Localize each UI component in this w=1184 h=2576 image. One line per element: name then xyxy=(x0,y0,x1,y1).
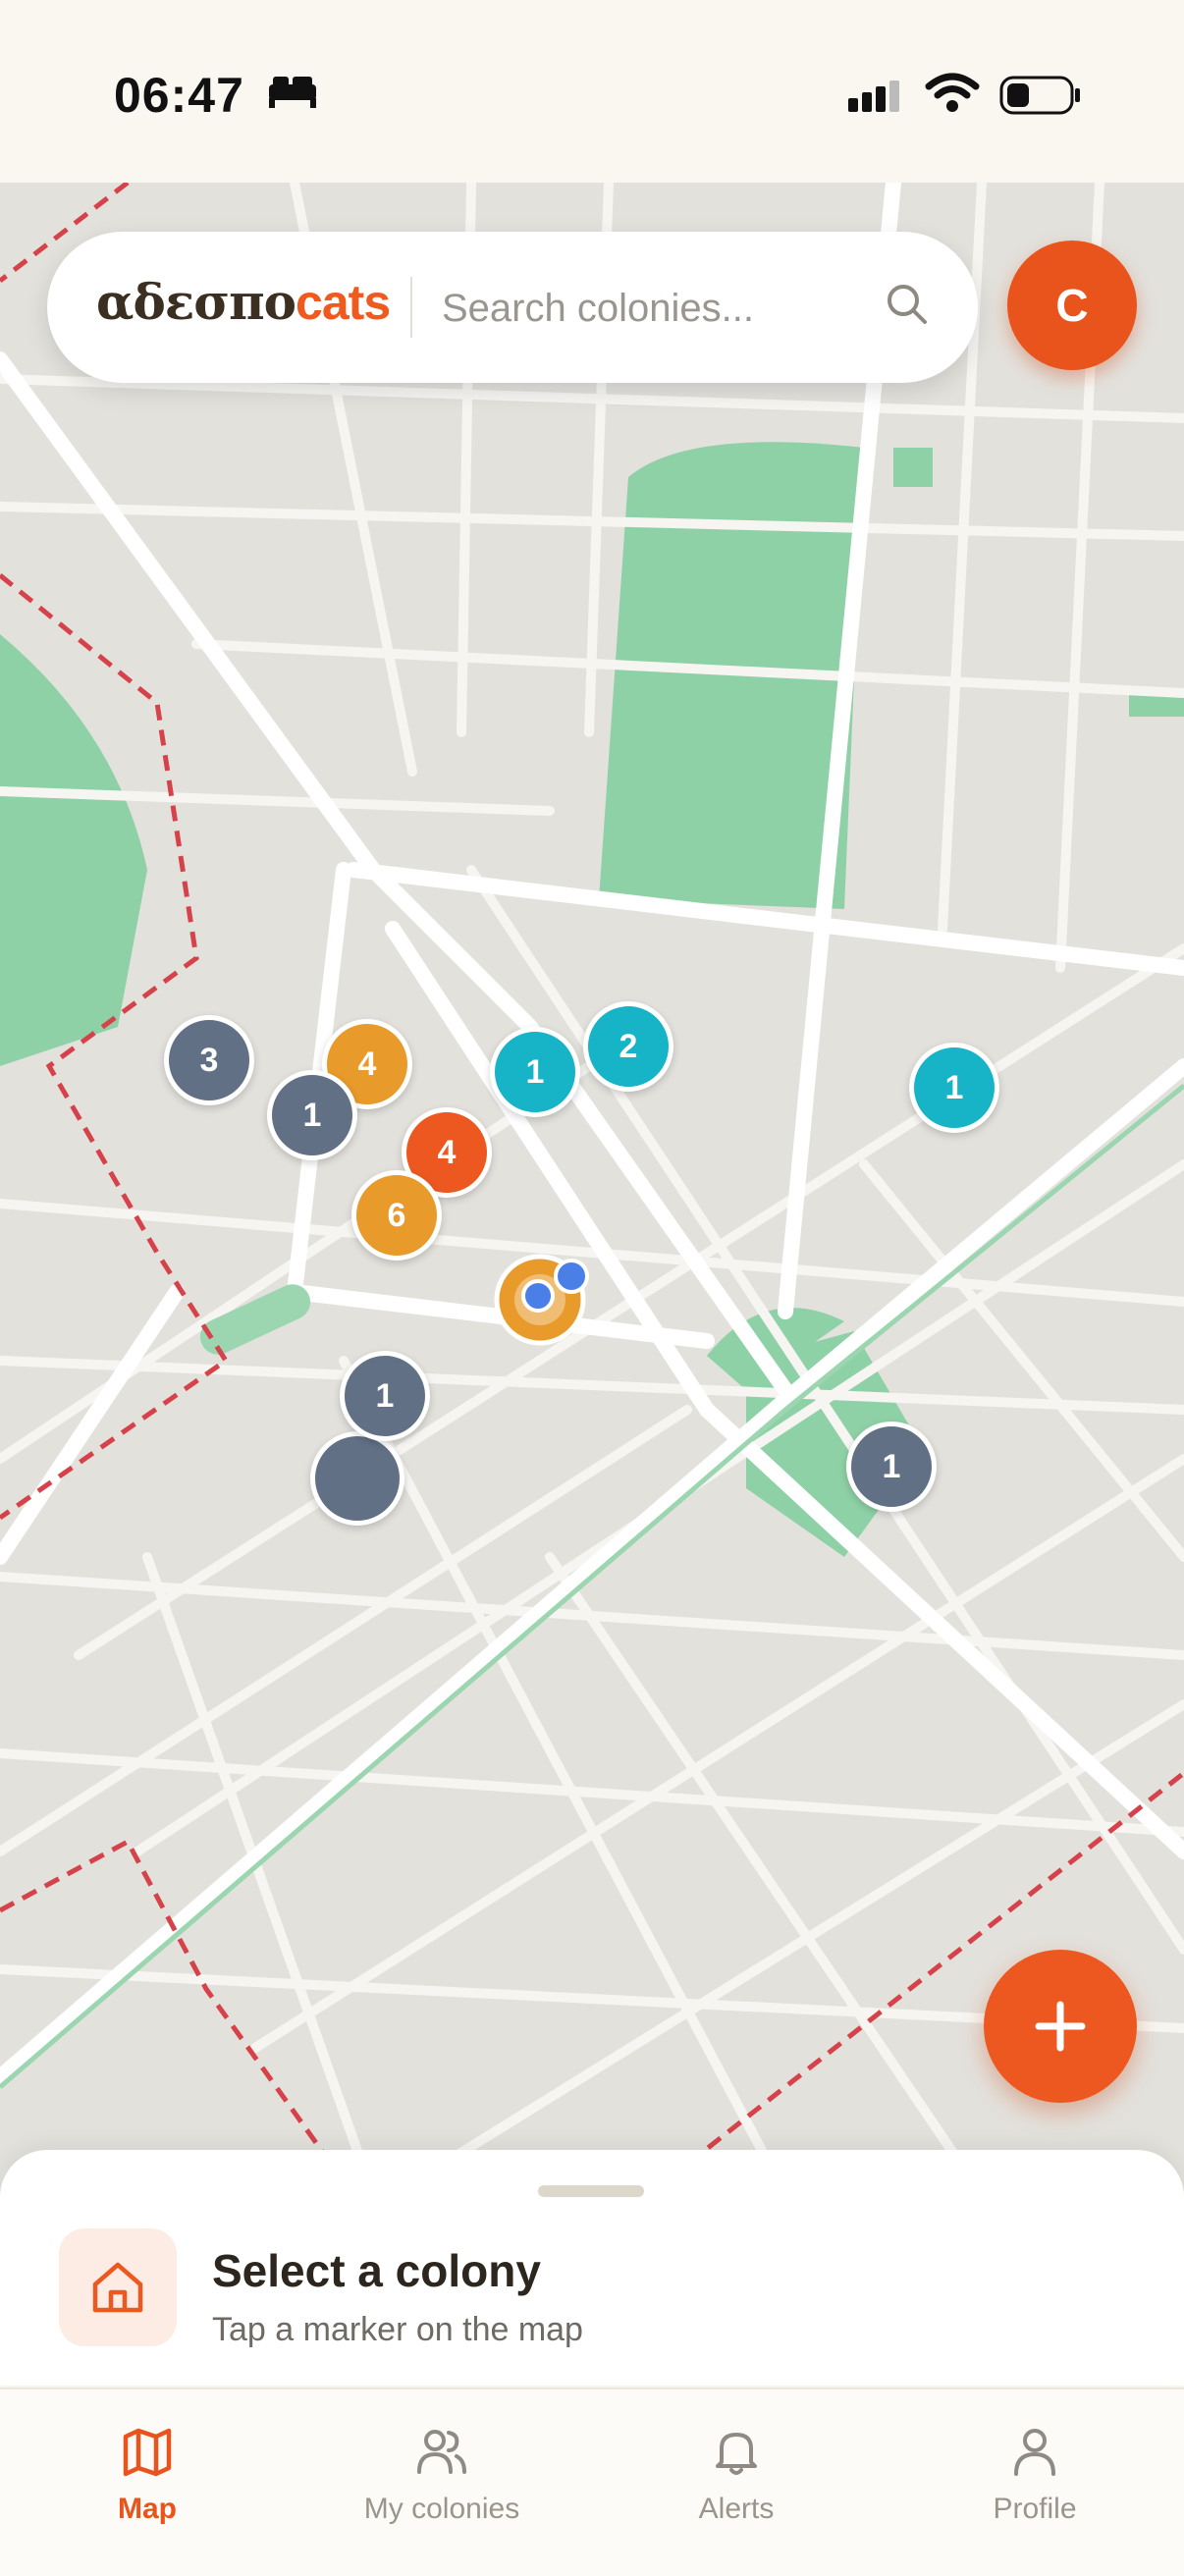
home-icon xyxy=(59,2228,177,2346)
divider xyxy=(410,277,412,338)
colony-marker[interactable]: 3 xyxy=(164,1015,254,1105)
app-logo: αδεσποcats xyxy=(96,273,391,331)
signal-icon xyxy=(846,79,905,119)
tab-label: Alerts xyxy=(698,2493,775,2525)
map-icon xyxy=(123,2428,172,2477)
wifi-icon xyxy=(925,73,980,119)
map-canvas xyxy=(0,183,1184,2195)
user-icon xyxy=(1014,2429,1055,2476)
plus-icon xyxy=(1035,2001,1086,2052)
colony-marker[interactable]: 1 xyxy=(267,1070,357,1160)
colony-marker[interactable] xyxy=(310,1431,404,1526)
sheet-title: Select a colony xyxy=(212,2245,541,2296)
tab-my-colonies[interactable]: My colonies xyxy=(324,2425,560,2526)
tab-label: Map xyxy=(118,2493,177,2525)
colony-marker[interactable]: 1 xyxy=(340,1351,430,1441)
users-icon xyxy=(417,2430,466,2474)
search-bar: αδεσποcats xyxy=(47,232,978,383)
tab-bar: Map My colonies Alerts Profile xyxy=(0,2388,1184,2576)
tab-profile[interactable]: Profile xyxy=(917,2425,1153,2526)
status-bar: 06:47 xyxy=(0,0,1184,183)
bell-icon xyxy=(716,2433,757,2475)
tab-label: My colonies xyxy=(363,2493,520,2525)
sheet-handle[interactable] xyxy=(538,2185,644,2197)
sheet-subtitle: Tap a marker on the map xyxy=(212,2311,583,2348)
profile-avatar[interactable]: C xyxy=(1007,241,1137,370)
tab-map[interactable]: Map xyxy=(29,2425,265,2526)
colony-marker[interactable]: 2 xyxy=(583,1001,673,1092)
status-time: 06:47 xyxy=(114,68,244,123)
battery-icon xyxy=(999,75,1082,121)
bed-icon xyxy=(267,75,318,115)
add-colony-button[interactable] xyxy=(984,1950,1137,2103)
colony-sheet: Select a colony Tap a marker on the map xyxy=(0,2150,1184,2386)
map-view[interactable]: 3 4 1 4 6 1 2 1 1 1 xyxy=(0,183,1184,2195)
colony-marker[interactable]: 1 xyxy=(490,1027,580,1117)
search-icon[interactable] xyxy=(884,281,931,333)
colony-marker[interactable]: 1 xyxy=(909,1043,999,1133)
tab-label: Profile xyxy=(993,2493,1077,2525)
search-input[interactable] xyxy=(440,271,895,346)
colony-marker[interactable]: 1 xyxy=(846,1422,937,1512)
colony-marker[interactable]: 6 xyxy=(351,1170,442,1261)
my-location-icon xyxy=(494,1254,589,1346)
tab-alerts[interactable]: Alerts xyxy=(619,2425,854,2526)
